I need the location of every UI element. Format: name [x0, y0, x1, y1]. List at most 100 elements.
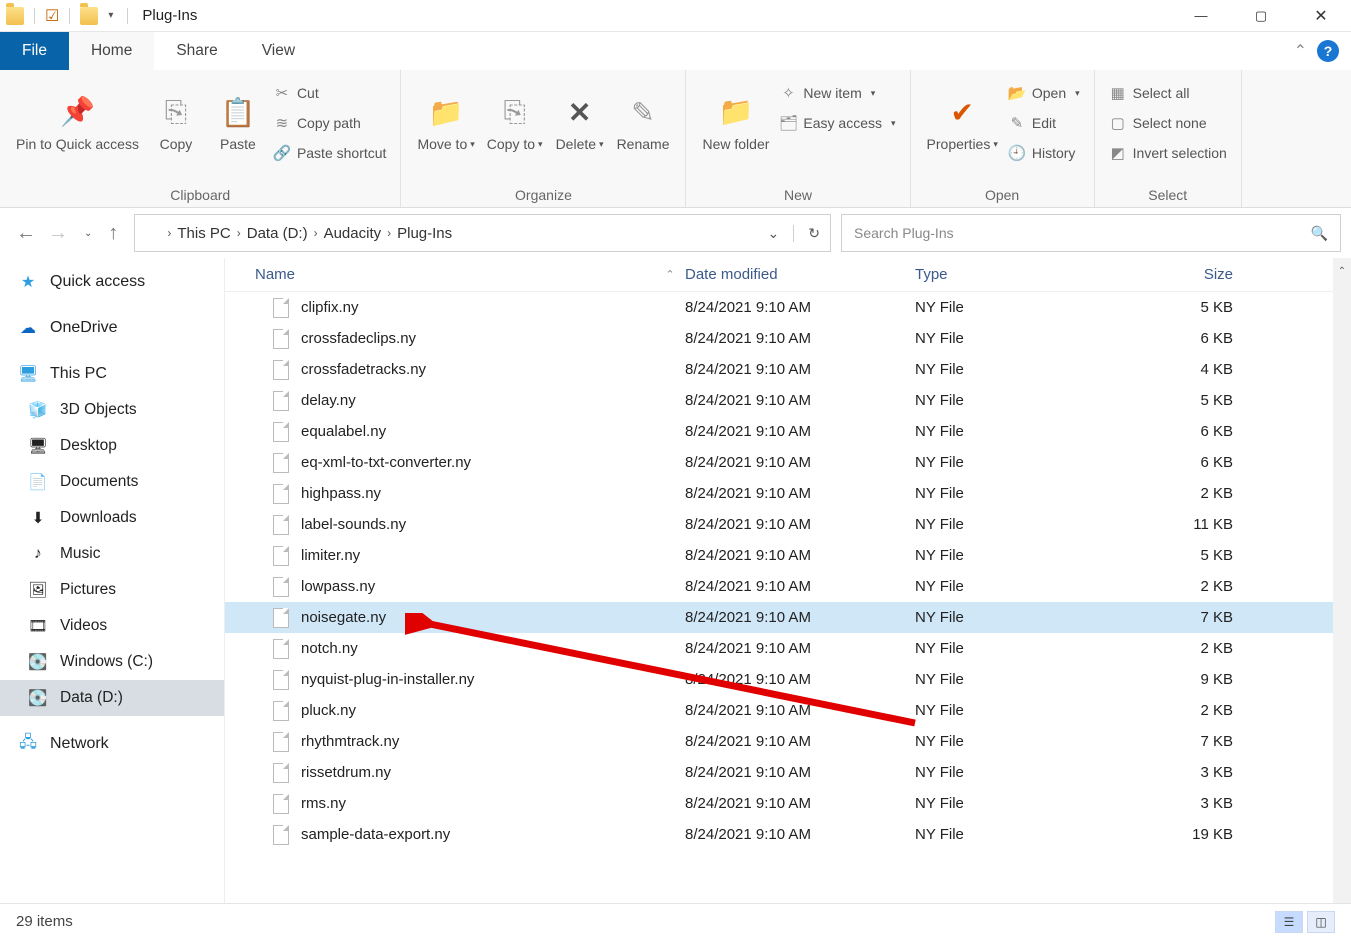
properties-qat-icon[interactable]: ☑ — [45, 6, 59, 26]
address-bar[interactable]: › This PC› Data (D:)› Audacity› Plug-Ins… — [134, 214, 831, 252]
nav-this-pc[interactable]: 🖥This PC — [0, 356, 224, 392]
file-row[interactable]: nyquist-plug-in-installer.ny8/24/2021 9:… — [225, 664, 1351, 695]
column-name[interactable]: Name — [225, 266, 655, 283]
open-button[interactable]: 📂Open▾ — [1004, 80, 1084, 106]
file-row[interactable]: limiter.ny8/24/2021 9:10 AMNY File5 KB — [225, 540, 1351, 571]
nav-quick-access[interactable]: ★Quick access — [0, 264, 224, 300]
nav-item[interactable]: 📄Documents — [0, 464, 224, 500]
file-row[interactable]: highpass.ny8/24/2021 9:10 AMNY File2 KB — [225, 478, 1351, 509]
nav-network[interactable]: 🖧Network — [0, 726, 224, 762]
refresh-button[interactable]: ↻ — [793, 225, 820, 242]
recent-locations-icon[interactable]: ⌄ — [84, 228, 92, 239]
file-row[interactable]: label-sounds.ny8/24/2021 9:10 AMNY File1… — [225, 509, 1351, 540]
column-date[interactable]: Date modified — [685, 266, 915, 283]
file-row[interactable]: pluck.ny8/24/2021 9:10 AMNY File2 KB — [225, 695, 1351, 726]
file-row[interactable]: rhythmtrack.ny8/24/2021 9:10 AMNY File7 … — [225, 726, 1351, 757]
file-row[interactable]: equalabel.ny8/24/2021 9:10 AMNY File6 KB — [225, 416, 1351, 447]
tab-view[interactable]: View — [240, 32, 317, 70]
new-item-button[interactable]: ✧New item▾ — [775, 80, 899, 106]
nav-onedrive[interactable]: ☁OneDrive — [0, 310, 224, 346]
easy-access-button[interactable]: 🗂Easy access▾ — [775, 110, 899, 136]
select-all-button[interactable]: ▦Select all — [1105, 80, 1231, 106]
file-row[interactable]: rissetdrum.ny8/24/2021 9:10 AMNY File3 K… — [225, 757, 1351, 788]
new-folder-button[interactable]: 📁New folder — [696, 76, 775, 168]
tab-file[interactable]: File — [0, 32, 69, 70]
file-row[interactable]: sample-data-export.ny8/24/2021 9:10 AMNY… — [225, 819, 1351, 850]
crumb-plugins[interactable]: Plug-Ins — [397, 225, 452, 242]
chevron-right-icon[interactable]: › — [167, 226, 171, 240]
details-view-button[interactable]: ☰ — [1275, 911, 1303, 933]
back-button[interactable]: ← — [16, 222, 36, 245]
nav-item-icon: 🎞 — [28, 616, 48, 636]
file-date: 8/24/2021 9:10 AM — [685, 392, 915, 409]
nav-item[interactable]: 🖥Desktop — [0, 428, 224, 464]
file-row[interactable]: lowpass.ny8/24/2021 9:10 AMNY File2 KB — [225, 571, 1351, 602]
tab-home[interactable]: Home — [69, 32, 154, 70]
help-icon[interactable]: ? — [1317, 40, 1339, 62]
paste-shortcut-button[interactable]: 🔗Paste shortcut — [269, 140, 391, 166]
thumbnails-view-button[interactable]: ◫ — [1307, 911, 1335, 933]
file-icon — [273, 360, 289, 380]
cut-button[interactable]: ✂Cut — [269, 80, 391, 106]
search-icon[interactable]: 🔍 — [1311, 225, 1328, 242]
file-icon — [273, 639, 289, 659]
edit-button[interactable]: ✎Edit — [1004, 110, 1084, 136]
tab-share[interactable]: Share — [154, 32, 239, 70]
scroll-up-icon[interactable]: ⌃ — [1336, 266, 1348, 277]
history-button[interactable]: 🕘History — [1004, 140, 1084, 166]
nav-item-icon: 🖥 — [28, 436, 48, 456]
new-folder-label: New folder — [702, 136, 769, 152]
file-row[interactable]: notch.ny8/24/2021 9:10 AMNY File2 KB — [225, 633, 1351, 664]
maximize-button[interactable]: ▢ — [1231, 0, 1291, 32]
nav-item[interactable]: ⬇Downloads — [0, 500, 224, 536]
file-row[interactable]: crossfadeclips.ny8/24/2021 9:10 AMNY Fil… — [225, 323, 1351, 354]
file-date: 8/24/2021 9:10 AM — [685, 826, 915, 843]
column-size[interactable]: Size — [1115, 266, 1255, 283]
select-none-label: Select none — [1133, 115, 1207, 131]
qat-dropdown-icon[interactable]: ▾ — [108, 10, 113, 21]
file-name: highpass.ny — [301, 485, 381, 502]
file-row[interactable]: clipfix.ny8/24/2021 9:10 AMNY File5 KB — [225, 292, 1351, 323]
select-none-button[interactable]: ▢Select none — [1105, 110, 1231, 136]
copy-button[interactable]: ⎘ Copy — [145, 76, 207, 168]
paste-icon: 📋 — [218, 92, 258, 132]
crumb-audacity[interactable]: Audacity› — [324, 225, 392, 242]
nav-item[interactable]: 💽Windows (C:) — [0, 644, 224, 680]
up-button[interactable]: ↑ — [108, 222, 118, 245]
copy-to-button[interactable]: ⎘Copy to▾ — [481, 76, 549, 168]
chevron-right-icon[interactable]: › — [387, 226, 391, 240]
file-row[interactable]: delay.ny8/24/2021 9:10 AMNY File5 KB — [225, 385, 1351, 416]
ribbon-collapse-icon[interactable]: ⌃ — [1294, 41, 1307, 61]
properties-button[interactable]: ✔Properties▾ — [921, 76, 1004, 168]
crumb-this-pc[interactable]: This PC› — [177, 225, 240, 242]
paste-button[interactable]: 📋 Paste — [207, 76, 269, 168]
rename-button[interactable]: ✎Rename — [611, 76, 676, 168]
column-type[interactable]: Type — [915, 266, 1115, 283]
scrollbar[interactable]: ⌃ — [1333, 258, 1351, 903]
nav-item[interactable]: 💽Data (D:) — [0, 680, 224, 716]
copy-path-button[interactable]: ≋Copy path — [269, 110, 391, 136]
nav-item[interactable]: ♪Music — [0, 536, 224, 572]
file-row[interactable]: noisegate.ny8/24/2021 9:10 AMNY File7 KB — [225, 602, 1351, 633]
forward-button[interactable]: → — [48, 222, 68, 245]
nav-item[interactable]: 🖼Pictures — [0, 572, 224, 608]
pin-button[interactable]: 📌 Pin to Quick access — [10, 76, 145, 168]
invert-selection-button[interactable]: ◩Invert selection — [1105, 140, 1231, 166]
file-row[interactable]: eq-xml-to-txt-converter.ny8/24/2021 9:10… — [225, 447, 1351, 478]
delete-button[interactable]: ✕Delete▾ — [549, 76, 611, 168]
file-row[interactable]: crossfadetracks.ny8/24/2021 9:10 AMNY Fi… — [225, 354, 1351, 385]
minimize-button[interactable]: — — [1171, 0, 1231, 32]
crumb-data-d[interactable]: Data (D:)› — [247, 225, 318, 242]
address-dropdown-icon[interactable]: ⌄ — [768, 225, 780, 242]
nav-item[interactable]: 🧊3D Objects — [0, 392, 224, 428]
close-button[interactable]: ✕ — [1291, 0, 1351, 32]
nav-item[interactable]: 🎞Videos — [0, 608, 224, 644]
file-row[interactable]: rms.ny8/24/2021 9:10 AMNY File3 KB — [225, 788, 1351, 819]
open-label: Open — [1032, 85, 1066, 101]
chevron-right-icon[interactable]: › — [237, 226, 241, 240]
chevron-right-icon[interactable]: › — [314, 226, 318, 240]
file-list[interactable]: clipfix.ny8/24/2021 9:10 AMNY File5 KBcr… — [225, 292, 1351, 903]
move-to-button[interactable]: 📁Move to▾ — [411, 76, 480, 168]
search-box[interactable]: Search Plug-Ins 🔍 — [841, 214, 1341, 252]
file-name: notch.ny — [301, 640, 358, 657]
